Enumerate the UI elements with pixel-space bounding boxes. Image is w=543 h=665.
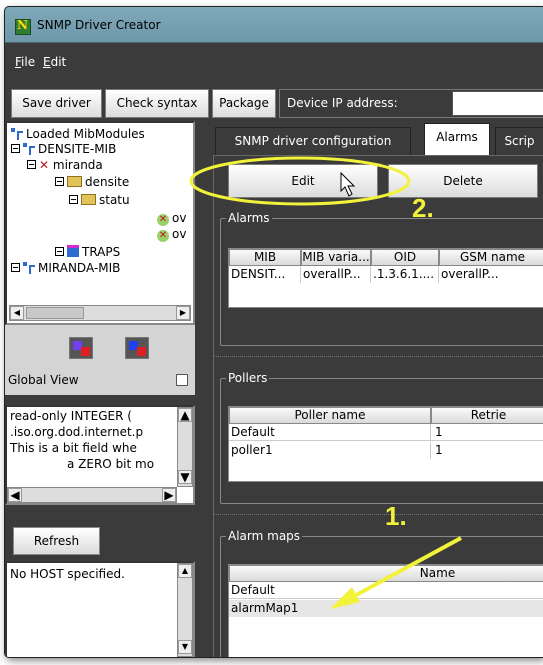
callout-arrow-head [330,587,360,609]
annotation-overlay [189,156,462,609]
mouse-cursor-icon [340,171,356,197]
highlight-ellipse [189,156,411,206]
callout-step-1: 1. [385,501,407,531]
callout-step-2: 2. [412,193,434,223]
callout-arrow-line [346,536,462,602]
